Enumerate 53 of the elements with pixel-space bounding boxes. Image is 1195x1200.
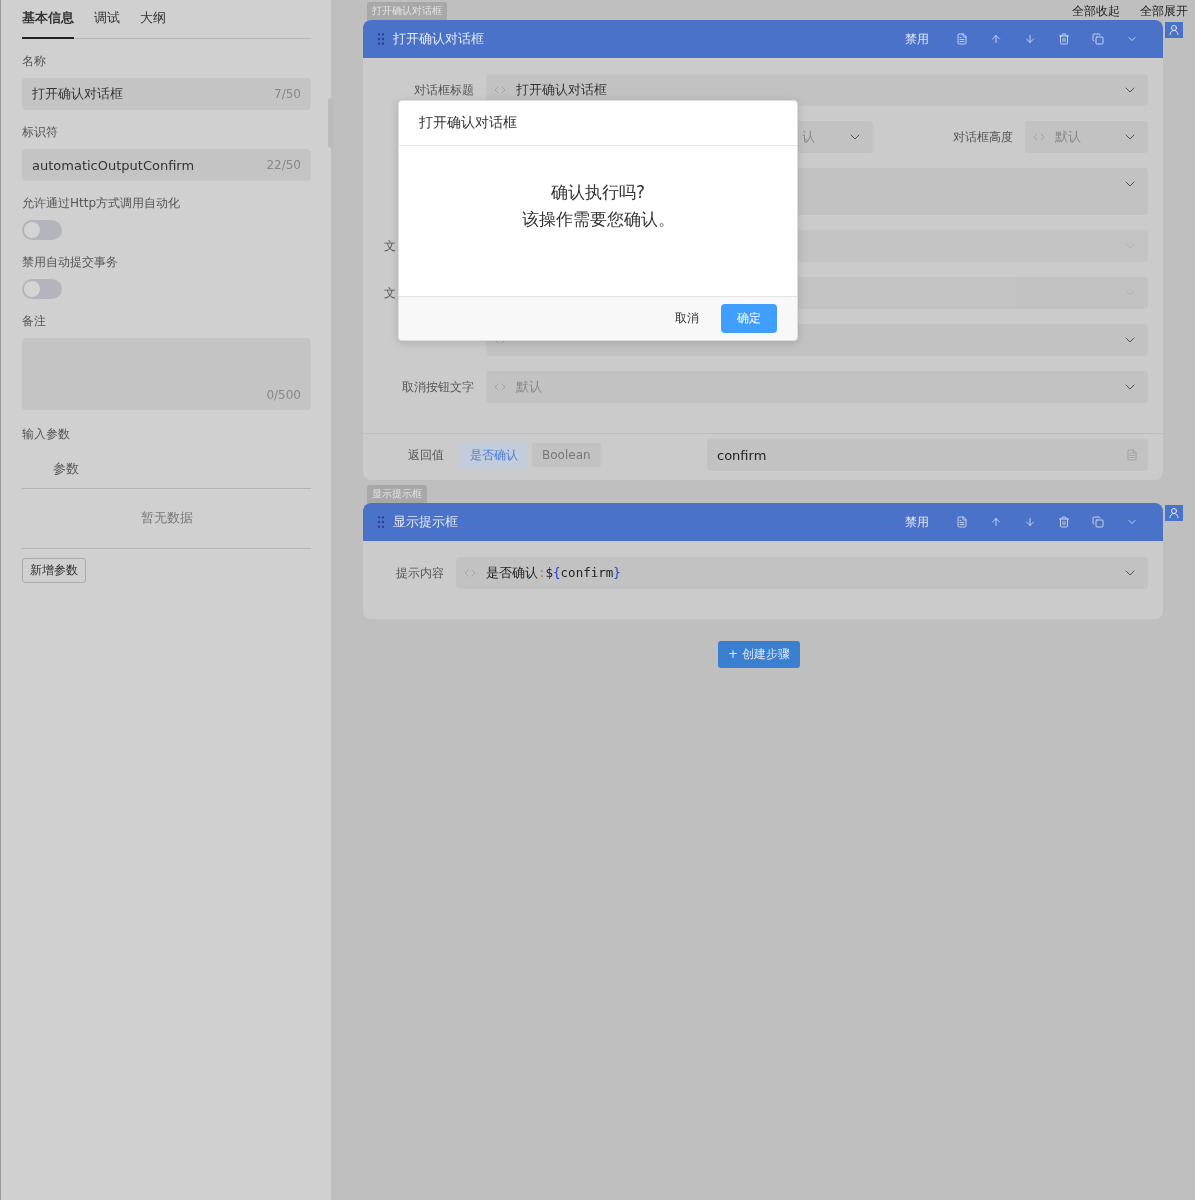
- text-field[interactable]: 打开确认对话框 7/50: [22, 78, 311, 110]
- value-field[interactable]: 打开确认对话框: [486, 74, 1148, 106]
- arrow-down-icon[interactable]: [1024, 33, 1036, 45]
- text-field[interactable]: automaticOutputConfirm 22/50: [22, 149, 311, 181]
- code-icon: [464, 567, 476, 579]
- dialog-message: 确认执行吗?: [551, 181, 645, 204]
- field-label: 提示内容: [395, 565, 445, 582]
- value-field[interactable]: 是否确认:${confirm}: [456, 557, 1148, 589]
- toggle-switch[interactable]: [22, 279, 62, 299]
- dialog-message: 该操作需要您确认。: [521, 208, 675, 231]
- field-label: 输入参数: [22, 426, 71, 443]
- step-title: 显示提示框: [393, 513, 459, 531]
- field-label: 文: [383, 285, 397, 302]
- code-icon: [1033, 131, 1045, 143]
- expression-text: 是否确认:${confirm}: [486, 564, 621, 582]
- column-header: 参数: [22, 451, 311, 489]
- field-label: 禁用自动提交事务: [22, 254, 119, 271]
- return-field[interactable]: confirm: [707, 439, 1148, 471]
- copy-icon[interactable]: [1092, 33, 1104, 45]
- empty-text: 暂无数据: [22, 489, 311, 549]
- code-icon: [494, 381, 506, 393]
- collapse-all-link[interactable]: 全部收起: [1072, 3, 1120, 20]
- sidebar-tab[interactable]: 基本信息: [22, 9, 74, 39]
- copy-icon[interactable]: [1092, 516, 1104, 528]
- sidebar-tab[interactable]: 调试: [94, 9, 120, 39]
- user-button[interactable]: [1165, 505, 1183, 521]
- disable-button[interactable]: 禁用: [905, 513, 929, 531]
- sidebar-tab[interactable]: 大纲: [140, 9, 166, 39]
- toggle-switch[interactable]: [22, 220, 62, 240]
- document-icon[interactable]: [1126, 449, 1138, 461]
- user-button[interactable]: [1165, 22, 1183, 38]
- field-label: 对话框标题: [413, 82, 475, 99]
- field-label: 返回值: [407, 446, 445, 464]
- field-label: 备注: [22, 313, 47, 330]
- disable-button[interactable]: 禁用: [905, 30, 929, 48]
- add-param-button[interactable]: 新增参数: [22, 558, 86, 583]
- trash-icon[interactable]: [1058, 33, 1070, 45]
- arrow-up-icon[interactable]: [990, 33, 1002, 45]
- field-label: 文: [383, 238, 397, 255]
- field-label: 对话框高度: [953, 129, 1013, 146]
- field-label: 标识符: [22, 124, 59, 141]
- expand-all-link[interactable]: 全部展开: [1140, 3, 1188, 20]
- arrow-up-icon[interactable]: [990, 516, 1002, 528]
- arrow-down-icon[interactable]: [1024, 516, 1036, 528]
- step-title: 打开确认对话框: [393, 30, 485, 48]
- field-label: 名称: [22, 53, 47, 70]
- dialog-title: 打开确认对话框: [419, 114, 517, 132]
- field-label: 取消按钮文字: [401, 379, 475, 396]
- field-label: 允许通过Http方式调用自动化: [22, 195, 182, 212]
- code-icon: [494, 84, 506, 96]
- return-value: confirm: [717, 447, 767, 463]
- cancel-button[interactable]: 取消: [665, 304, 709, 333]
- trash-icon[interactable]: [1058, 516, 1070, 528]
